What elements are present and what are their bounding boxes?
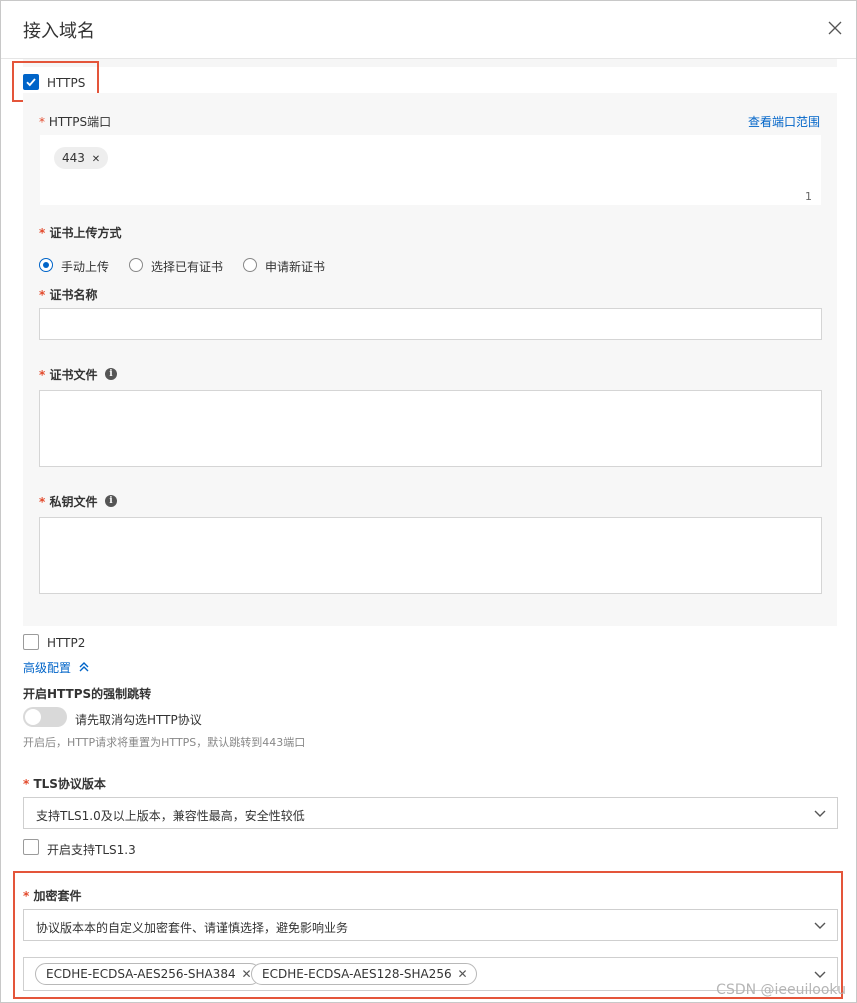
access-domain-dialog: 接入域名 HTTPS * HTTPS端口 查看端口范围 443 ✕ 1 * 证书… xyxy=(0,0,857,1003)
force-redirect-heading: 开启HTTPS的强制跳转 xyxy=(23,687,152,701)
remove-tag-icon[interactable]: ✕ xyxy=(92,154,100,165)
divider-strip xyxy=(23,59,837,67)
cipher-suite-tag: ECDHE-ECDSA-AES256-SHA384 ✕ xyxy=(35,963,261,985)
http2-checkbox[interactable] xyxy=(23,634,39,650)
toggle-knob xyxy=(25,709,41,725)
dialog-header: 接入域名 xyxy=(1,1,856,59)
port-tag: 443 ✕ xyxy=(54,147,109,169)
radio-manual-upload-label: 手动上传 xyxy=(61,260,110,274)
remove-tag-icon[interactable]: ✕ xyxy=(458,964,468,984)
port-count: 1 xyxy=(805,190,812,203)
chevron-down-icon xyxy=(814,810,826,817)
http2-label: HTTP2 xyxy=(47,636,86,650)
https-label: HTTPS xyxy=(47,76,86,90)
cert-upload-label: * 证书上传方式 xyxy=(39,226,122,240)
checkmark-icon xyxy=(26,78,36,87)
cipher-suite-label: * 加密套件 xyxy=(23,889,82,903)
radio-manual-upload[interactable] xyxy=(39,258,53,272)
https-port-input[interactable] xyxy=(40,135,821,205)
cert-name-input[interactable] xyxy=(39,308,822,340)
cipher-template-value: 协议版本本的自定义加密套件、请谨慎选择，避免影响业务 xyxy=(36,921,349,935)
info-icon[interactable]: i xyxy=(105,368,117,380)
dialog-title: 接入域名 xyxy=(23,21,95,42)
watermark: CSDN @ieeuilooku xyxy=(716,982,846,998)
https-port-label: * HTTPS端口 xyxy=(39,115,112,129)
tls-version-label: * TLS协议版本 xyxy=(23,777,106,791)
force-redirect-toggle[interactable] xyxy=(23,707,67,727)
private-key-label: * 私钥文件 xyxy=(39,495,98,509)
cipher-suite-tag: ECDHE-ECDSA-AES128-SHA256 ✕ xyxy=(251,963,477,985)
radio-new-cert[interactable] xyxy=(243,258,257,272)
https-checkbox[interactable] xyxy=(23,74,39,90)
tls-version-value: 支持TLS1.0及以上版本，兼容性最高，安全性较低 xyxy=(36,809,305,823)
close-icon[interactable] xyxy=(822,15,848,41)
tls13-checkbox[interactable] xyxy=(23,839,39,855)
force-redirect-toggle-label: 请先取消勾选HTTP协议 xyxy=(75,713,202,727)
chevron-up-double-icon xyxy=(79,662,89,672)
view-port-range-link[interactable]: 查看端口范围 xyxy=(748,113,820,130)
chevron-down-icon xyxy=(814,922,826,929)
force-redirect-help: 开启后，HTTP请求将重置为HTTPS，默认跳转到443端口 xyxy=(23,736,306,749)
cert-file-label: * 证书文件 xyxy=(39,368,98,382)
cipher-template-select[interactable]: 协议版本本的自定义加密套件、请谨慎选择，避免影响业务 xyxy=(23,909,838,941)
private-key-textarea[interactable] xyxy=(39,517,822,594)
radio-existing-cert-label: 选择已有证书 xyxy=(151,260,224,274)
cert-file-textarea[interactable] xyxy=(39,390,822,467)
chevron-down-icon xyxy=(814,971,826,978)
radio-existing-cert[interactable] xyxy=(129,258,143,272)
tls13-label: 开启支持TLS1.3 xyxy=(47,843,136,857)
tls-version-select[interactable]: 支持TLS1.0及以上版本，兼容性最高，安全性较低 xyxy=(23,797,838,829)
info-icon[interactable]: i xyxy=(105,495,117,507)
radio-new-cert-label: 申请新证书 xyxy=(265,260,326,274)
advanced-config-toggle[interactable]: 高级配置 xyxy=(23,659,90,676)
cert-name-label: * 证书名称 xyxy=(39,288,98,302)
